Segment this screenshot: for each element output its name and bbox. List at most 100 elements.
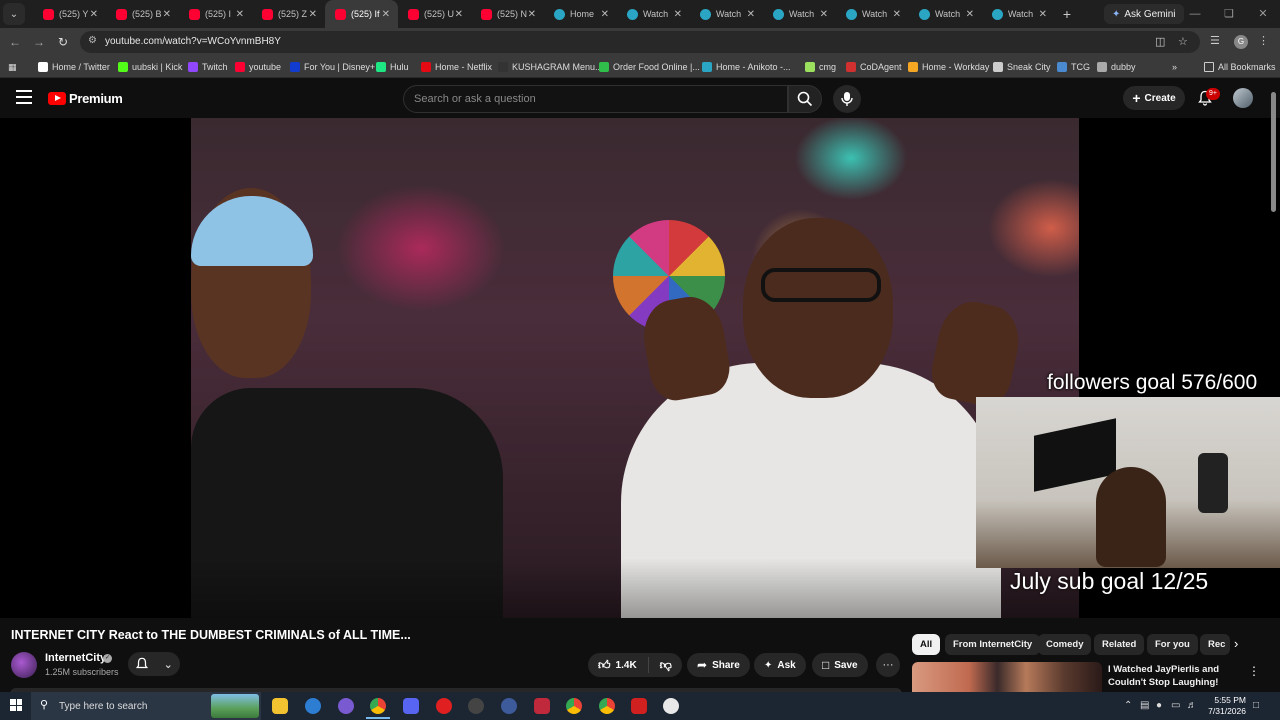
youtube-logo-icon[interactable] — [48, 92, 66, 105]
recommended-video-title[interactable]: I Watched JayPierlis and Couldn't Stop L… — [1108, 663, 1233, 689]
reload-icon[interactable]: ↻ — [54, 33, 72, 51]
browser-tab[interactable]: Watch ✕ — [690, 0, 763, 28]
apps-grid-icon[interactable]: ▦ — [8, 60, 17, 74]
filter-chip[interactable]: All — [912, 634, 941, 655]
minimize-icon[interactable]: — — [1178, 0, 1212, 28]
windows-start-icon[interactable] — [10, 699, 22, 711]
dislike-button[interactable]: 👎︎ — [660, 658, 672, 673]
clock-app-icon[interactable] — [663, 698, 679, 714]
browser-tab[interactable]: Watch ✕ — [982, 0, 1055, 28]
channel-name[interactable]: InternetCity — [45, 652, 106, 664]
browser-tab[interactable]: (525) B ✕ — [106, 0, 179, 28]
address-bar[interactable]: ⚙ youtube.com/watch?v=WCoYvnmBH8Y ◫ ☆ — [80, 31, 1200, 53]
media-player-icon[interactable] — [436, 698, 452, 714]
forward-arrow-icon[interactable]: → — [30, 33, 48, 51]
network-icon[interactable]: ▤ — [1140, 700, 1149, 711]
page-scrollbar[interactable] — [1271, 92, 1276, 212]
chevron-right-icon[interactable]: › — [1234, 636, 1238, 651]
close-tab-icon[interactable]: ✕ — [674, 9, 682, 20]
close-tab-icon[interactable]: ✕ — [309, 9, 317, 20]
browser-tab[interactable]: (525) I ✕ — [179, 0, 252, 28]
bookmark-item[interactable]: cmg — [805, 60, 836, 74]
browser-tab[interactable]: Watch ✕ — [836, 0, 909, 28]
close-tab-icon[interactable]: ✕ — [236, 9, 244, 20]
close-tab-icon[interactable]: ✕ — [893, 9, 901, 20]
chrome-menu-icon[interactable]: ⋮ — [1258, 34, 1269, 47]
site-info-icon[interactable]: ⚙ — [88, 35, 97, 46]
app-icon-blue[interactable] — [501, 698, 517, 714]
search-input[interactable]: Search or ask a question — [403, 85, 788, 113]
bookmark-item[interactable]: For You | Disney+ — [290, 60, 375, 74]
browser-profile-avatar[interactable]: G — [1234, 35, 1248, 49]
app-icon-purple[interactable] — [338, 698, 354, 714]
chrome-profile-icon-2[interactable] — [599, 698, 615, 714]
chrome-profile-icon[interactable] — [566, 698, 582, 714]
voice-search-button[interactable] — [833, 85, 861, 113]
bookmarks-overflow-icon[interactable]: » — [1172, 60, 1177, 74]
channel-avatar[interactable] — [11, 652, 37, 678]
bookmark-item[interactable]: Home - Anikoto -... — [702, 60, 791, 74]
bookmark-item[interactable]: uubski | Kick — [118, 60, 182, 74]
obs-icon[interactable] — [468, 698, 484, 714]
filter-chip[interactable]: Comedy — [1038, 634, 1092, 655]
display-icon[interactable]: ▭ — [1171, 700, 1180, 711]
browser-tab[interactable]: Watch ✕ — [909, 0, 982, 28]
volume-icon[interactable]: ♬ — [1187, 700, 1197, 711]
chrome-taskbar-icon[interactable] — [366, 698, 390, 719]
save-button[interactable]: □ Save — [812, 653, 868, 677]
bookmark-item[interactable]: Twitch — [188, 60, 228, 74]
close-tab-icon[interactable]: ✕ — [966, 9, 974, 20]
all-bookmarks-button[interactable]: All Bookmarks — [1204, 60, 1276, 74]
browser-tab[interactable]: Watch ✕ — [617, 0, 690, 28]
close-tab-icon[interactable]: ✕ — [163, 9, 171, 20]
bookmark-item[interactable]: KUSHAGRAM Menu... — [498, 60, 603, 74]
bookmark-item[interactable]: Home - Workday — [908, 60, 989, 74]
bookmark-item[interactable]: TCG — [1057, 60, 1090, 74]
account-avatar[interactable] — [1233, 88, 1253, 108]
filter-chip[interactable]: Rec — [1200, 634, 1230, 655]
browser-tab[interactable]: (525) If ✕ — [325, 0, 398, 28]
close-tab-icon[interactable]: ✕ — [747, 9, 755, 20]
ask-gemini-button[interactable]: ✦ Ask Gemini — [1104, 4, 1184, 24]
filter-chip[interactable]: Related — [1094, 634, 1145, 655]
close-tab-icon[interactable]: ✕ — [528, 9, 536, 20]
close-tab-icon[interactable]: ✕ — [455, 9, 463, 20]
new-tab-plus-icon[interactable]: + — [1055, 6, 1079, 22]
ask-button[interactable]: ✦ Ask — [754, 653, 806, 677]
bookmark-item[interactable]: Home - Netflix — [421, 60, 492, 74]
subscribed-notification-button[interactable]: ⌄ — [128, 652, 180, 676]
browser-tab[interactable]: Watch ✕ — [763, 0, 836, 28]
close-tab-icon[interactable]: ✕ — [382, 9, 390, 20]
bookmark-item[interactable]: Order Food Online |... — [599, 60, 700, 74]
close-tab-icon[interactable]: ✕ — [1039, 9, 1047, 20]
url-text[interactable]: youtube.com/watch?v=WCoYvnmBH8Y — [105, 36, 281, 47]
close-tab-icon[interactable]: ✕ — [601, 9, 609, 20]
browser-tab[interactable]: (525) Z ✕ — [252, 0, 325, 28]
bookmark-item[interactable]: CoDAgent — [846, 60, 902, 74]
back-arrow-icon[interactable]: ← — [6, 33, 24, 51]
close-window-icon[interactable]: ✕ — [1246, 0, 1280, 28]
more-actions-icon[interactable]: ··· — [876, 653, 900, 677]
bookmark-item[interactable]: dubby — [1097, 60, 1136, 74]
close-tab-icon[interactable]: ✕ — [820, 9, 828, 20]
adobe-icon[interactable] — [631, 698, 647, 714]
install-app-icon[interactable]: ◫ — [1155, 35, 1165, 48]
restore-icon[interactable]: ❏ — [1212, 0, 1246, 28]
bookmark-item[interactable]: Home / Twitter — [38, 60, 110, 74]
filter-chip[interactable]: From InternetCity — [945, 634, 1041, 655]
game-controller-icon[interactable] — [403, 698, 419, 714]
tab-search-chevron-icon[interactable]: ⌄ — [3, 3, 25, 25]
guide-menu-icon[interactable] — [16, 90, 32, 104]
bookmark-star-icon[interactable]: ☆ — [1178, 35, 1188, 48]
taskbar-search-box[interactable]: ⚲ Type here to search — [31, 692, 261, 720]
tray-chevron-icon[interactable]: ⌃ — [1124, 700, 1132, 711]
recommended-video-menu-icon[interactable]: ⋮ — [1248, 664, 1260, 678]
bookmark-item[interactable]: Hulu — [376, 60, 409, 74]
app-icon-red[interactable] — [534, 698, 550, 714]
reading-list-icon[interactable]: ☰ — [1210, 34, 1220, 47]
browser-tab[interactable]: (525) Y ✕ — [33, 0, 106, 28]
search-button[interactable] — [788, 85, 822, 113]
file-explorer-icon[interactable] — [272, 698, 288, 714]
browser-tab[interactable]: (525) U ✕ — [398, 0, 471, 28]
filter-chip[interactable]: For you — [1147, 634, 1198, 655]
